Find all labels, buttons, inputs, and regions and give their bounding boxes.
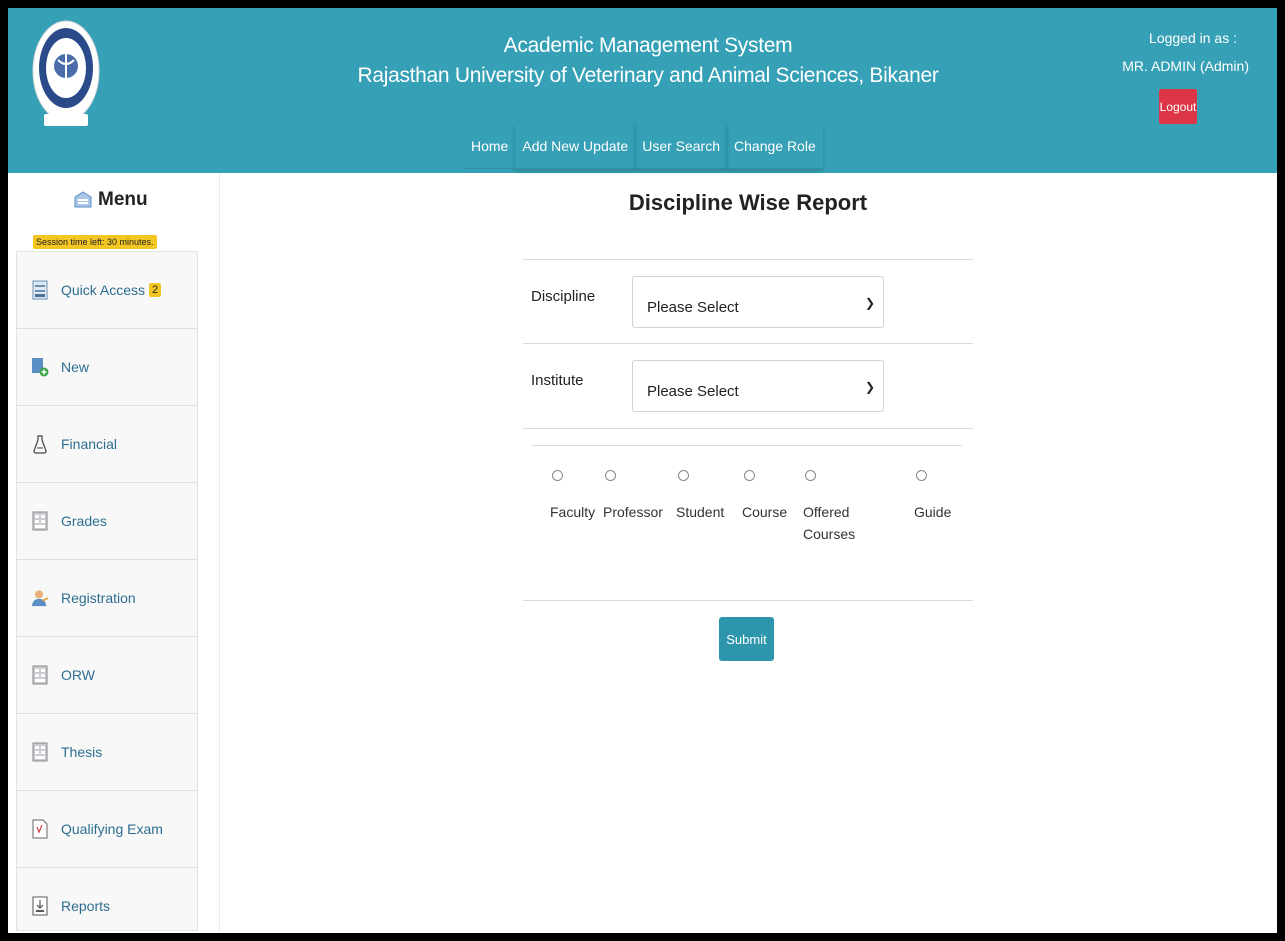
sidebar-menu: Quick Access 2 New Financial Grades Regi… (16, 251, 198, 931)
chevron-down-icon: ❯ (864, 380, 875, 394)
chevron-down-icon: ❯ (864, 296, 875, 310)
submit-button[interactable]: Submit (719, 617, 774, 661)
divider (532, 445, 962, 446)
logout-button[interactable]: Logout (1159, 89, 1197, 124)
radio-student[interactable] (678, 470, 689, 481)
option-student[interactable]: Student (676, 470, 725, 523)
nav-user-search[interactable]: User Search (635, 123, 728, 169)
radio-faculty[interactable] (552, 470, 563, 481)
radio-professor[interactable] (605, 470, 616, 481)
logged-in-user: MR. ADMIN (Admin) (1122, 58, 1249, 74)
nav-home[interactable]: Home (464, 123, 516, 169)
thesis-icon (31, 741, 49, 763)
menu-header: Menu (74, 189, 148, 211)
sidebar-item-label: Thesis (61, 744, 103, 760)
option-label: Offered Courses (803, 504, 856, 542)
sidebar-item-reports[interactable]: Reports (17, 868, 197, 930)
option-label: Professor (603, 504, 663, 520)
option-professor[interactable]: Professor (603, 470, 663, 523)
registration-icon (31, 587, 49, 609)
university-logo (32, 20, 100, 126)
sidebar-item-label: Financial (61, 436, 118, 452)
option-course[interactable]: Course (742, 470, 788, 523)
quick-access-count-badge: 2 (149, 283, 162, 297)
header: Academic Management System Rajasthan Uni… (8, 8, 1277, 173)
sidebar-item-grades[interactable]: Grades (17, 483, 197, 560)
discipline-label: Discipline (531, 288, 596, 305)
sidebar-item-label: Registration (61, 590, 136, 606)
top-nav: Home Add New Update User Search Change R… (464, 123, 823, 169)
sidebar-item-label: New (61, 359, 90, 375)
nav-change-role[interactable]: Change Role (727, 123, 823, 169)
menu-title: Menu (98, 189, 148, 210)
sidebar-item-label: Grades (61, 513, 107, 529)
logged-in-label: Logged in as : (1149, 30, 1237, 46)
option-label: Student (676, 504, 725, 520)
sidebar-item-label: ORW (61, 667, 95, 683)
divider (523, 600, 973, 601)
sidebar-divider (219, 173, 220, 933)
nav-add-new-update[interactable]: Add New Update (515, 123, 636, 169)
institute-select-value: Please Select (647, 382, 739, 400)
new-document-icon (31, 356, 49, 378)
sidebar-item-orw[interactable]: ORW (17, 637, 197, 714)
radio-offered-courses[interactable] (805, 470, 816, 481)
sidebar-item-label: Reports (61, 898, 111, 914)
option-label: Course (742, 504, 788, 520)
quick-access-icon (31, 279, 49, 301)
sidebar-item-label: Qualifying Exam (61, 821, 163, 837)
divider (523, 343, 973, 344)
financial-icon (31, 433, 49, 455)
institute-select[interactable]: Please Select ❯ (632, 360, 884, 412)
discipline-select-value: Please Select (647, 298, 739, 316)
option-guide[interactable]: Guide (914, 470, 952, 523)
qualifying-exam-icon (31, 818, 49, 840)
option-label: Guide (914, 504, 952, 520)
page-title: Discipline Wise Report (628, 190, 868, 215)
institute-label: Institute (531, 372, 584, 389)
sidebar-item-quick-access[interactable]: Quick Access 2 (17, 252, 197, 329)
option-offered-courses[interactable]: Offered Courses (803, 470, 865, 545)
sidebar-item-financial[interactable]: Financial (17, 406, 197, 483)
radio-guide[interactable] (916, 470, 927, 481)
grades-icon (31, 510, 49, 532)
sidebar-item-qualifying-exam[interactable]: Qualifying Exam (17, 791, 197, 868)
option-faculty[interactable]: Faculty (550, 470, 596, 523)
session-timer-badge: Session time left: 30 minutes. (33, 235, 157, 249)
menu-icon (74, 191, 92, 208)
sidebar-item-thesis[interactable]: Thesis (17, 714, 197, 791)
app-window: Academic Management System Rajasthan Uni… (8, 8, 1277, 933)
divider (523, 428, 973, 429)
university-name: Rajasthan University of Veterinary and A… (357, 64, 939, 87)
discipline-select[interactable]: Please Select ❯ (632, 276, 884, 328)
sidebar-item-label: Quick Access (61, 282, 146, 298)
option-label: Faculty (550, 504, 596, 520)
app-title: Academic Management System (503, 34, 793, 57)
radio-course[interactable] (744, 470, 755, 481)
reports-icon (31, 895, 49, 917)
divider (523, 259, 973, 260)
sidebar: Menu Session time left: 30 minutes. Quic… (8, 173, 219, 933)
sidebar-item-registration[interactable]: Registration (17, 560, 197, 637)
sidebar-item-new[interactable]: New (17, 329, 197, 406)
orw-icon (31, 664, 49, 686)
